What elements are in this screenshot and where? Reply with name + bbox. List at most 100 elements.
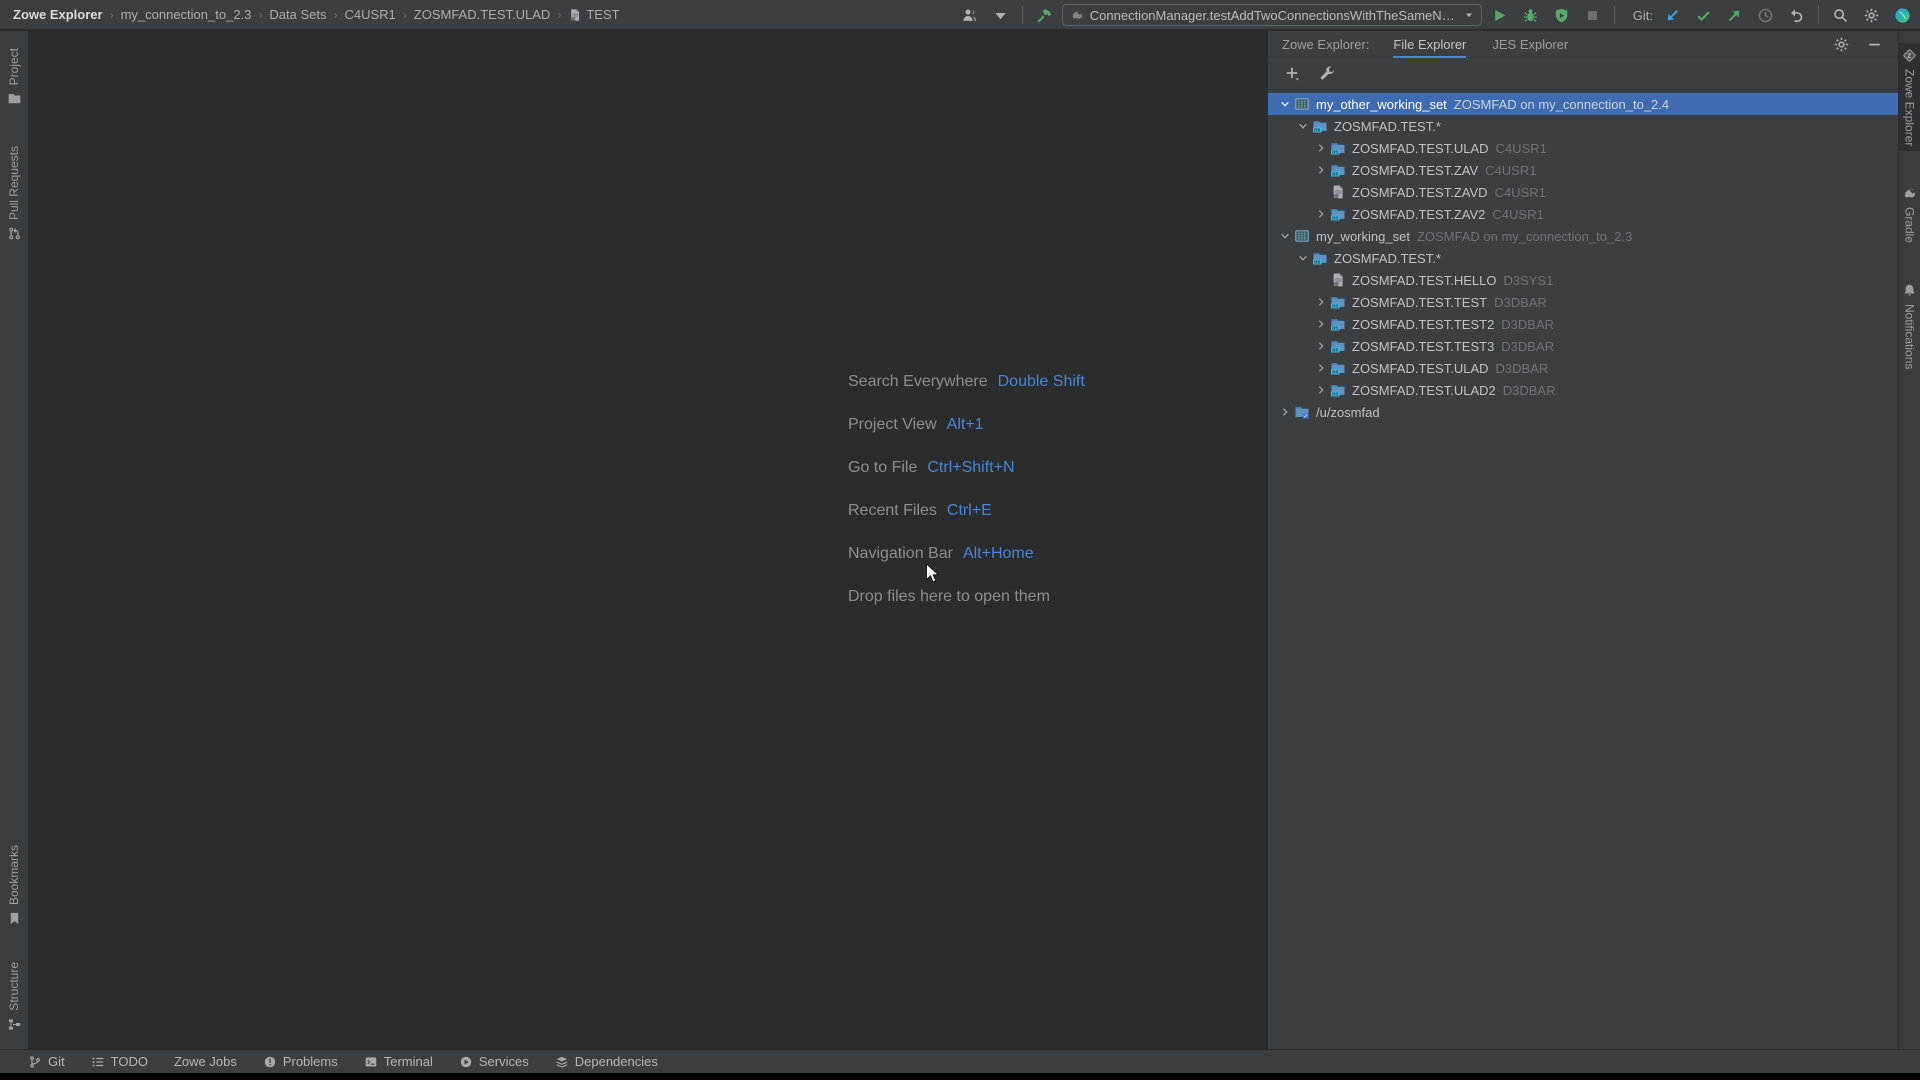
tab-jes-explorer[interactable]: JES Explorer — [1492, 31, 1568, 58]
tree-row[interactable]: my_other_working_setZOSMFAD on my_connec… — [1268, 93, 1898, 115]
toolbar-actions: ConnectionManager.testAddTwoConnectionsW… — [960, 0, 1912, 30]
stripe-item-gradle[interactable]: Gradle — [1899, 181, 1920, 248]
problems-icon — [263, 1055, 277, 1069]
breadcrumb-item[interactable]: Data Sets — [269, 7, 326, 22]
tree-row[interactable]: DSZOSMFAD.TEST.* — [1268, 115, 1898, 137]
tree-row[interactable]: /u/zosmfad — [1268, 401, 1898, 423]
dataset-icon: DS — [1330, 316, 1346, 332]
commit-button[interactable] — [1694, 6, 1713, 25]
tree-row[interactable]: DS ZOSMFAD.TEST.* — [1268, 247, 1898, 269]
tree-item-label: ZOSMFAD.TEST.* — [1334, 251, 1441, 266]
tree-row[interactable]: DSZOSMFAD.TEST.ULAD2D3DBAR — [1268, 379, 1898, 401]
git-actions — [1663, 6, 1806, 25]
hide-button[interactable] — [1865, 35, 1884, 54]
stop-button[interactable] — [1583, 6, 1602, 25]
tree-row[interactable]: DSZOSMFAD.TEST.ZAVC4USR1 — [1268, 159, 1898, 181]
toolbar-users-group[interactable] — [960, 6, 1010, 25]
update-button[interactable] — [1663, 6, 1682, 25]
toolbar-separator — [1818, 6, 1819, 24]
tree-item-suffix: ZOSMFAD on my_connection_to_2.3 — [1417, 229, 1632, 244]
statusbar-item-dependencies[interactable]: Dependencies — [555, 1054, 658, 1069]
chevron-right-icon[interactable] — [1312, 383, 1330, 397]
tree-item-suffix: C4USR1 — [1492, 207, 1543, 222]
wrench-button[interactable] — [1318, 64, 1337, 83]
tab-file-explorer[interactable]: File Explorer — [1393, 31, 1466, 58]
stripe-item-label: Pull Requests — [7, 146, 21, 220]
tree-row[interactable]: DSZOSMFAD.TEST.ZAV2C4USR1 — [1268, 203, 1898, 225]
tree-item-suffix: D3DBAR — [1501, 317, 1554, 332]
tree-row[interactable]: DSZOSMFAD.TEST.ULADC4USR1 — [1268, 137, 1898, 159]
chevron-down-icon[interactable] — [1276, 97, 1294, 111]
tree-item-suffix: D3SYS1 — [1503, 273, 1553, 288]
settings-button[interactable] — [1862, 6, 1881, 25]
stripe-item-bookmarks[interactable]: Bookmarks — [0, 840, 28, 931]
history-icon — [1757, 7, 1774, 24]
tree-row[interactable]: my_working_setZOSMFAD on my_connection_t… — [1268, 225, 1898, 247]
statusbar-item-git[interactable]: Git — [28, 1054, 65, 1069]
build-button[interactable] — [1035, 6, 1054, 25]
panel-title: Zowe Explorer: — [1282, 37, 1369, 52]
svg-text:ES: ES — [1334, 283, 1339, 287]
stripe-item-pull-requests[interactable]: Pull Requests — [0, 141, 28, 246]
rollback-button[interactable] — [1787, 6, 1806, 25]
tree-row[interactable]: DSZOSMFAD.TEST.TESTD3DBAR — [1268, 291, 1898, 313]
add-button[interactable] — [1283, 64, 1302, 83]
chevron-right-icon[interactable] — [1312, 295, 1330, 309]
chevron-right-icon[interactable] — [1312, 361, 1330, 375]
chevron-right-icon[interactable] — [1276, 405, 1294, 419]
run-button[interactable] — [1490, 6, 1509, 25]
stripe-item-label: Project — [7, 48, 21, 85]
statusbar-item-zowe-jobs[interactable]: Zowe Jobs — [174, 1054, 237, 1069]
run-config-name: ConnectionManager.testAddTwoConnectionsW… — [1090, 8, 1458, 23]
tree-row[interactable]: ESZOSMFAD.TEST.HELLOD3SYS1 — [1268, 269, 1898, 291]
hammer-icon — [1036, 7, 1053, 24]
project-icon — [7, 91, 22, 106]
tree-row[interactable]: DSZOSMFAD.TEST.ULADD3DBAR — [1268, 357, 1898, 379]
statusbar-item-services[interactable]: Services — [459, 1054, 529, 1069]
tree-row[interactable]: DSZOSMFAD.TEST.TEST3D3DBAR — [1268, 335, 1898, 357]
chevron-down-icon[interactable] — [1294, 119, 1312, 133]
gear-button[interactable] — [1832, 35, 1851, 54]
run-config-select[interactable]: ConnectionManager.testAddTwoConnectionsW… — [1062, 4, 1482, 26]
chevron-right-icon[interactable] — [1312, 141, 1330, 155]
stripe-item-project[interactable]: Project — [0, 43, 28, 111]
tree-row[interactable]: DSZOSMFAD.TEST.TEST2D3DBAR — [1268, 313, 1898, 335]
breadcrumb-item[interactable]: C4USR1 — [344, 7, 395, 22]
dataset-icon: DS — [1312, 250, 1328, 266]
stripe-item-zowe-explorer[interactable]: ZZowe Explorer — [1899, 43, 1920, 151]
statusbar-item-todo[interactable]: TODO — [91, 1054, 148, 1069]
profile-button[interactable] — [1893, 6, 1912, 25]
breadcrumb-separator: › — [333, 8, 337, 22]
chevron-down-icon[interactable] — [1294, 251, 1312, 265]
statusbar-item-problems[interactable]: Problems — [263, 1054, 338, 1069]
settings-icon — [1863, 7, 1880, 24]
users-button[interactable] — [960, 6, 979, 25]
todo-icon — [91, 1055, 105, 1069]
dataset-icon: DS — [1312, 118, 1328, 134]
gradle-icon — [1902, 186, 1917, 201]
dataset-icon: DS — [1330, 294, 1346, 310]
debug-button[interactable] — [1521, 6, 1540, 25]
search-button[interactable] — [1831, 6, 1850, 25]
chevron-right-icon[interactable] — [1312, 317, 1330, 331]
chevron-down-icon[interactable] — [1276, 229, 1294, 243]
breadcrumb: Zowe Explorer›my_connection_to_2.3›Data … — [0, 7, 620, 22]
tree-row[interactable]: ESZOSMFAD.TEST.ZAVDC4USR1 — [1268, 181, 1898, 203]
caret-down-button[interactable] — [991, 6, 1010, 25]
chevron-right-icon[interactable] — [1312, 163, 1330, 177]
statusbar-item-terminal[interactable]: Terminal — [364, 1054, 433, 1069]
push-button[interactable] — [1725, 6, 1744, 25]
coverage-button[interactable] — [1552, 6, 1571, 25]
history-button[interactable] — [1756, 6, 1775, 25]
breadcrumb-item[interactable]: ZOSMFAD.TEST.ULAD — [414, 7, 551, 22]
breadcrumb-item[interactable]: ESTEST — [568, 7, 619, 22]
breadcrumb-item[interactable]: Zowe Explorer — [13, 7, 103, 22]
panel-header: Zowe Explorer: File Explorer JES Explore… — [1268, 31, 1898, 58]
chevron-right-icon[interactable] — [1312, 339, 1330, 353]
chevron-right-icon[interactable] — [1312, 207, 1330, 221]
breadcrumb-item[interactable]: my_connection_to_2.3 — [121, 7, 252, 22]
tree-item-suffix: C4USR1 — [1496, 141, 1547, 156]
stripe-item-notifications[interactable]: Notifications — [1899, 278, 1920, 374]
svg-text:DS: DS — [1332, 326, 1338, 331]
stripe-item-structure[interactable]: Structure — [0, 957, 28, 1037]
